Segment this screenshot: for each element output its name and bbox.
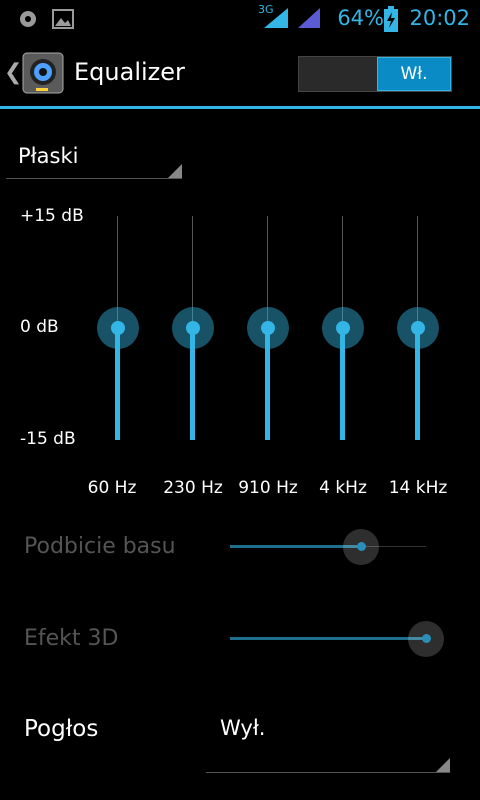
battery-charging-icon [384, 6, 398, 32]
speaker-icon [22, 52, 64, 94]
preset-selected: Płaski [18, 144, 79, 168]
eq-band-frequency-label: 60 Hz [87, 478, 137, 498]
slider-fill [230, 637, 426, 640]
page-title: Equalizer [74, 58, 185, 86]
equalizer-toggle[interactable]: Wł. [298, 56, 452, 92]
db-mid-label: 0 dB [20, 317, 59, 337]
eq-band-frequency-label: 910 Hz [238, 478, 298, 498]
clock: 20:02 [409, 6, 470, 30]
toggle-on-label: Wł. [377, 57, 451, 91]
slider-fill [230, 545, 362, 548]
reverb-value: Wył. [220, 716, 266, 740]
db-max-label: +15 dB [20, 206, 84, 226]
cell-signal-icon [264, 8, 288, 28]
slider-thumb[interactable] [356, 542, 366, 551]
eq-band-thumb[interactable] [111, 321, 125, 335]
slider-thumb[interactable] [421, 634, 431, 643]
status-bar: 3G 64% 20:02 [0, 0, 480, 38]
virtualizer-label: Efekt 3D [24, 626, 119, 651]
dropdown-corner-icon [168, 164, 182, 178]
reverb-label: Pogłos [24, 716, 99, 742]
eq-band-thumb[interactable] [261, 321, 275, 335]
eq-band-slider[interactable] [153, 216, 233, 440]
eq-band-slider[interactable] [228, 216, 308, 440]
action-bar: ❮ Equalizer Wł. [0, 38, 480, 106]
dropdown-corner-icon [436, 758, 450, 772]
home-up-button[interactable]: ❮ Equalizer [0, 38, 250, 106]
chevron-left-icon: ❮ [4, 60, 23, 85]
eq-band-slider[interactable] [303, 216, 383, 440]
virtualizer-slider[interactable] [230, 619, 444, 659]
eq-band-frequency-label: 14 kHz [388, 478, 448, 498]
eq-band-thumb[interactable] [336, 321, 350, 335]
cell-signal-icon-2 [298, 8, 320, 28]
eq-band-slider[interactable] [378, 216, 458, 440]
eq-band-thumb[interactable] [186, 321, 200, 335]
eq-band-frequency-label: 4 kHz [319, 478, 367, 498]
preset-spinner[interactable]: Płaski [6, 132, 182, 179]
settings-icon [20, 11, 36, 27]
image-icon [52, 9, 74, 29]
db-min-label: -15 dB [20, 429, 76, 449]
action-bar-divider [0, 106, 480, 109]
eq-band-thumb[interactable] [411, 321, 425, 335]
eq-band-slider[interactable] [78, 216, 158, 440]
eq-band-frequency-label: 230 Hz [163, 478, 223, 498]
bass-boost-slider[interactable] [230, 527, 426, 567]
battery-percent: 64% [337, 6, 384, 30]
bass-boost-label: Podbicie basu [24, 534, 176, 559]
